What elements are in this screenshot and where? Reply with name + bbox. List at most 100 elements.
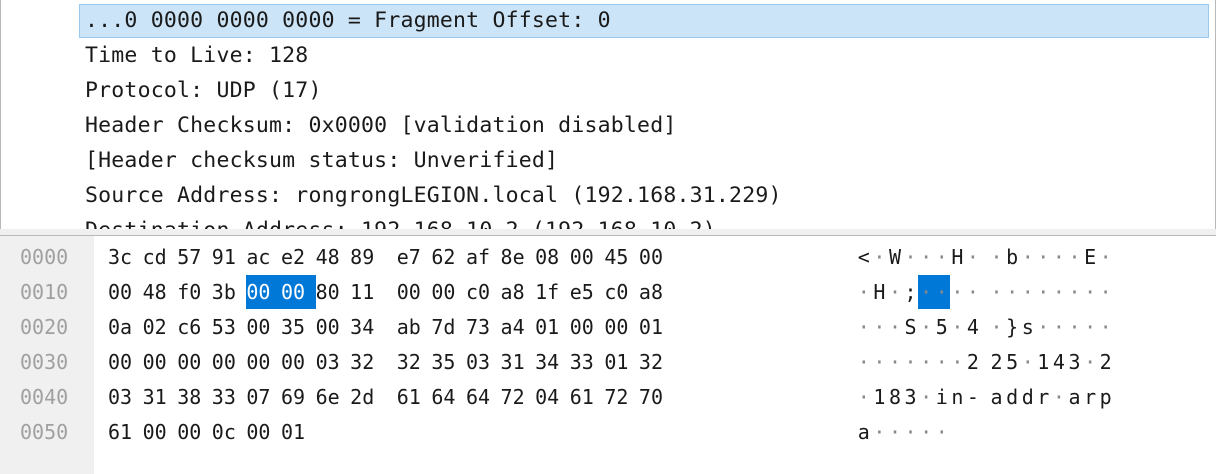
ascii-char[interactable]: · [887, 275, 903, 309]
ascii-char[interactable]: · [1051, 275, 1067, 309]
ascii-char[interactable]: · [965, 240, 981, 274]
hex-byte[interactable]: e5 [570, 275, 605, 309]
ascii-char[interactable]: · [989, 240, 1005, 274]
hex-byte[interactable]: cd [143, 240, 178, 274]
hex-byte[interactable]: 00 [143, 345, 178, 379]
hex-byte[interactable]: 11 [350, 275, 385, 309]
hex-byte[interactable]: 61 [108, 415, 143, 449]
hex-byte[interactable]: ac [246, 240, 281, 274]
ascii-char[interactable]: H [872, 275, 888, 309]
ascii-char[interactable]: · [934, 240, 950, 274]
hex-byte[interactable]: af [466, 240, 501, 274]
ascii-char[interactable]: · [918, 240, 934, 274]
hex-byte[interactable]: 72 [604, 380, 639, 414]
detail-line[interactable]: Protocol: UDP (17) [79, 74, 322, 108]
hex-byte[interactable]: 8e [501, 240, 536, 274]
hex-byte[interactable]: 0c [212, 415, 247, 449]
ascii-char[interactable]: · [1020, 275, 1036, 309]
ascii-char[interactable]: · [1051, 310, 1067, 344]
hex-byte[interactable]: a8 [501, 275, 536, 309]
hex-byte[interactable]: 00 [570, 310, 605, 344]
ascii-char[interactable]: 1 [872, 380, 888, 414]
hex-byte[interactable]: 34 [535, 345, 570, 379]
hex-byte[interactable]: 48 [316, 240, 351, 274]
detail-line[interactable]: Source Address: rongrongLEGION.local (19… [79, 179, 782, 213]
hex-byte[interactable]: 32 [350, 345, 385, 379]
hex-byte[interactable]: 34 [350, 310, 385, 344]
ascii-char[interactable]: · [950, 310, 966, 344]
hex-byte[interactable]: 61 [570, 380, 605, 414]
ascii-char[interactable]: · [950, 345, 966, 379]
ascii-char[interactable]: a [1067, 380, 1083, 414]
hex-byte[interactable]: 00 [570, 240, 605, 274]
ascii-char[interactable]: S [903, 310, 919, 344]
ascii-char[interactable]: r [1082, 380, 1098, 414]
ascii-char[interactable]: · [856, 310, 872, 344]
ascii-char[interactable]: 2 [1098, 345, 1114, 379]
hex-byte[interactable]: 0a [108, 310, 143, 344]
ascii-char[interactable]: ; [903, 275, 919, 309]
hex-byte[interactable]: 01 [639, 310, 674, 344]
packet-details-pane[interactable]: ...0 0000 0000 0000 = Fragment Offset: 0… [0, 0, 1216, 230]
ascii-char[interactable]: · [1067, 240, 1083, 274]
hex-byte[interactable]: 00 [177, 415, 212, 449]
hex-byte[interactable]: 01 [604, 345, 639, 379]
ascii-char[interactable]: · [918, 415, 934, 449]
hex-byte[interactable]: 00 [246, 310, 281, 344]
ascii-char[interactable]: · [856, 275, 872, 309]
hex-byte[interactable]: 03 [108, 380, 143, 414]
hex-byte[interactable]: 3b [212, 275, 247, 309]
ascii-char[interactable]: · [934, 415, 950, 449]
hex-byte[interactable]: 00 [280, 275, 316, 309]
hex-byte[interactable]: 53 [212, 310, 247, 344]
hex-byte[interactable]: 00 [431, 275, 466, 309]
ascii-char[interactable]: s [1020, 310, 1036, 344]
hex-byte[interactable]: 80 [316, 275, 351, 309]
ascii-char[interactable]: · [1036, 275, 1052, 309]
hex-byte[interactable]: 01 [281, 415, 316, 449]
detail-line[interactable]: ...0 0000 0000 0000 = Fragment Offset: 0 [79, 4, 1209, 38]
ascii-char[interactable]: · [887, 310, 903, 344]
hex-byte[interactable]: 00 [246, 275, 281, 309]
ascii-char[interactable]: · [1051, 240, 1067, 274]
ascii-char[interactable]: · [1098, 310, 1114, 344]
hex-byte[interactable]: 70 [639, 380, 674, 414]
ascii-char[interactable]: n [950, 380, 966, 414]
hex-byte[interactable]: 04 [535, 380, 570, 414]
hex-byte[interactable]: 00 [143, 415, 178, 449]
hex-byte[interactable]: 35 [281, 310, 316, 344]
ascii-char[interactable]: · [918, 345, 934, 379]
hex-byte[interactable]: 00 [639, 240, 674, 274]
ascii-char[interactable]: · [1004, 275, 1020, 309]
ascii-char[interactable]: - [965, 380, 981, 414]
ascii-char[interactable]: r [1036, 380, 1052, 414]
ascii-char[interactable]: } [1004, 310, 1020, 344]
ascii-char[interactable]: · [934, 345, 950, 379]
ascii-char[interactable]: 2 [965, 345, 981, 379]
ascii-char[interactable]: 4 [1051, 345, 1067, 379]
ascii-char[interactable]: 3 [1067, 345, 1083, 379]
ascii-char[interactable]: < [856, 240, 872, 274]
ascii-char[interactable]: H [950, 240, 966, 274]
ascii-char[interactable]: · [918, 310, 934, 344]
hex-byte[interactable]: 45 [604, 240, 639, 274]
ascii-char[interactable]: · [872, 240, 888, 274]
ascii-char[interactable]: a [856, 415, 872, 449]
hex-byte[interactable]: 01 [535, 310, 570, 344]
ascii-char[interactable]: · [903, 240, 919, 274]
hex-byte[interactable]: 00 [281, 345, 316, 379]
ascii-char[interactable]: · [1067, 310, 1083, 344]
hex-byte[interactable]: 61 [397, 380, 432, 414]
detail-line[interactable]: Destination Address: 192.168.10.2 (192.1… [79, 214, 716, 229]
ascii-char[interactable]: 2 [989, 345, 1005, 379]
ascii-char[interactable]: · [1098, 240, 1114, 274]
hex-byte[interactable]: 32 [397, 345, 432, 379]
ascii-char[interactable]: · [989, 310, 1005, 344]
hex-byte[interactable]: c0 [604, 275, 639, 309]
ascii-char[interactable]: 5 [934, 310, 950, 344]
hex-byte[interactable]: 00 [177, 345, 212, 379]
hex-byte[interactable]: 00 [604, 310, 639, 344]
hex-byte[interactable]: 89 [350, 240, 385, 274]
ascii-char[interactable]: · [1051, 380, 1067, 414]
hex-byte[interactable]: 00 [246, 415, 281, 449]
